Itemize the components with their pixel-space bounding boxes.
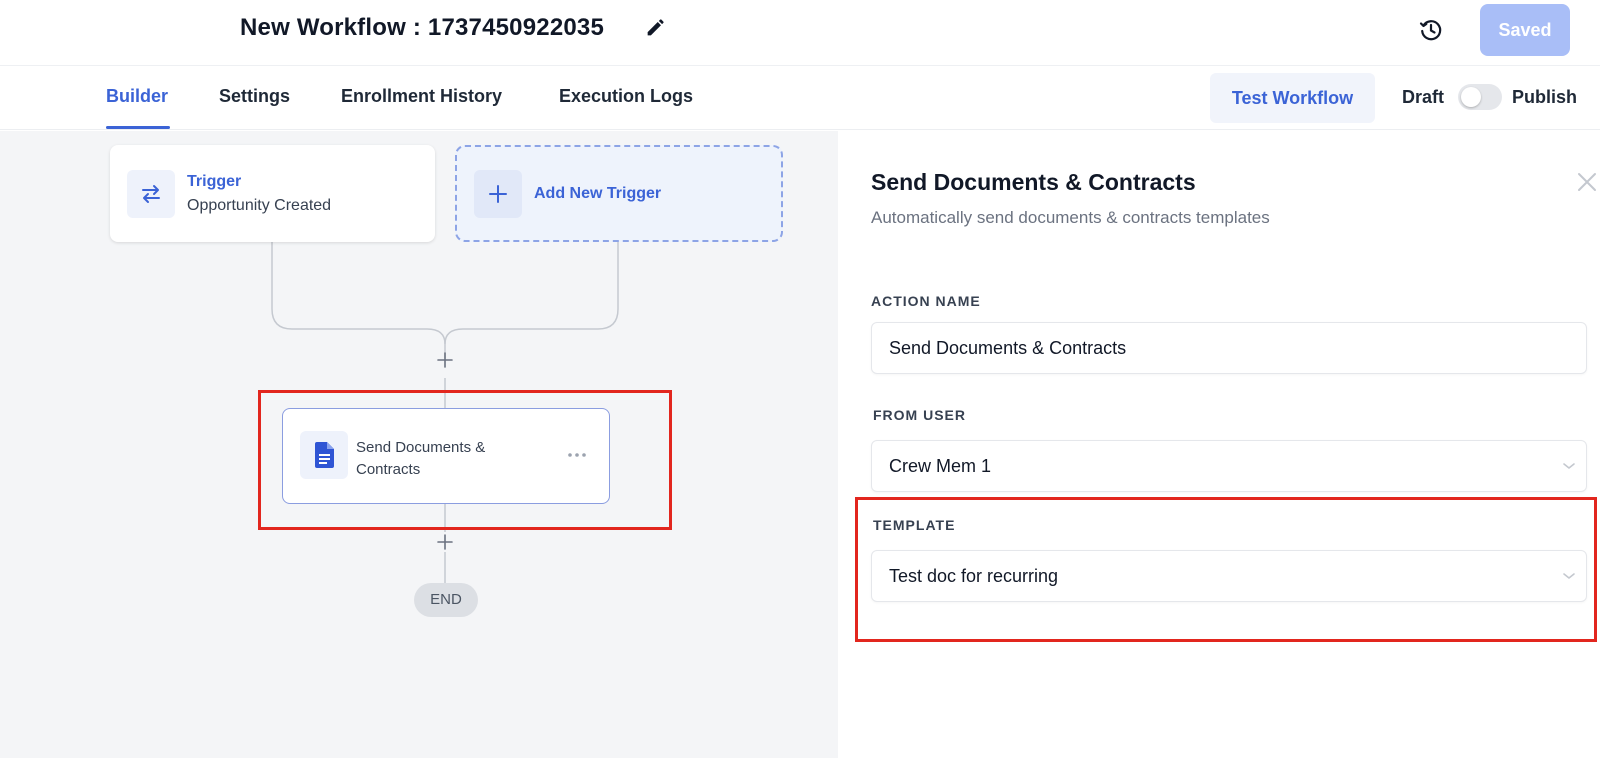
plus-icon [489,185,507,203]
document-icon [315,442,334,468]
action-label: Send Documents & Contracts [356,439,486,478]
add-new-trigger-label: Add New Trigger [534,185,662,202]
trigger-icon-box [127,170,175,218]
trigger-title: Trigger [187,173,242,190]
pencil-icon[interactable] [644,17,666,39]
action-name-label: ACTION NAME [871,293,981,309]
history-icon[interactable] [1418,17,1444,43]
tab-builder[interactable]: Builder [106,86,168,107]
template-label: TEMPLATE [873,517,956,533]
draft-label: Draft [1402,87,1445,107]
from-user-value: Crew Mem 1 [889,456,992,476]
from-user-label: FROM USER [873,407,966,423]
top-header: New Workflow : 1737450922035 Saved [0,0,1600,66]
panel-title: Send Documents & Contracts [871,169,1196,195]
add-step-plus-icon-2[interactable] [435,532,455,552]
swap-arrows-icon [142,185,160,203]
add-icon-box [474,170,522,218]
more-horizontal-icon[interactable] [566,445,588,465]
document-icon-box [300,431,348,479]
tab-execution-logs[interactable]: Execution Logs [559,86,693,107]
action-card-send-documents[interactable]: Send Documents & Contracts [282,408,610,504]
end-node: END [414,583,478,617]
publish-label: Publish [1512,87,1578,107]
publish-toggle[interactable] [1458,84,1502,110]
chevron-down-icon [1563,463,1575,469]
workflow-canvas[interactable]: Trigger Opportunity Created Add New Trig… [0,131,838,758]
template-value: Test doc for recurring [889,566,1059,586]
action-name-value: Send Documents & Contracts [889,338,1127,358]
add-step-plus-icon[interactable] [435,350,455,370]
tab-settings[interactable]: Settings [219,86,290,107]
action-settings-panel: Send Documents & Contracts Automatically… [838,131,1600,758]
template-select[interactable]: Test doc for recurring [871,550,1587,602]
active-tab-indicator [106,126,170,129]
saved-button[interactable]: Saved [1480,4,1570,56]
trigger-subtitle: Opportunity Created [187,197,332,214]
close-icon[interactable] [1576,171,1598,193]
trigger-card[interactable]: Trigger Opportunity Created [110,145,435,242]
panel-subtitle: Automatically send documents & contracts… [871,208,1270,227]
chevron-down-icon-2 [1563,573,1575,579]
tabs-bar: Builder Settings Enrollment History Exec… [0,66,1600,130]
workflow-title: New Workflow : 1737450922035 [240,14,605,41]
add-new-trigger-button[interactable]: Add New Trigger [455,145,783,242]
tab-enrollment-history[interactable]: Enrollment History [341,86,502,107]
toggle-knob [1461,87,1481,107]
test-workflow-button[interactable]: Test Workflow [1210,73,1375,123]
action-name-input[interactable]: Send Documents & Contracts [871,322,1587,374]
from-user-select[interactable]: Crew Mem 1 [871,440,1587,492]
